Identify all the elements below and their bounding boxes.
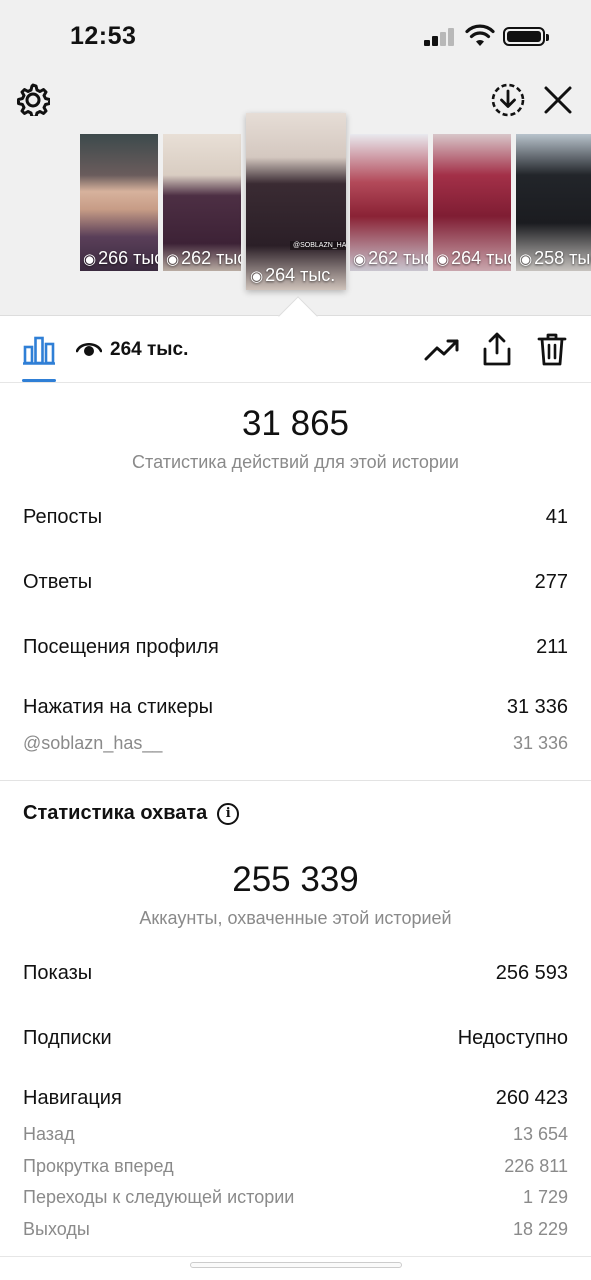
stat-value: 226 811	[504, 1156, 568, 1176]
stat-label: Нажатия на стикеры	[23, 696, 213, 718]
eye-icon: ◉	[166, 250, 180, 268]
stat-row-sticker-taps: Нажатия на стикеры 31 336	[23, 696, 568, 719]
stat-value: 18 229	[512, 1219, 568, 1239]
stat-row-profile-visits: Посещения профиля 211	[23, 636, 568, 659]
stat-row-navigation: Навигация 260 423	[23, 1087, 568, 1110]
status-time: 12:53	[70, 22, 137, 50]
stat-value: 31 336	[512, 733, 568, 753]
bar-chart-icon[interactable]	[22, 335, 56, 365]
eye-icon: ◉	[436, 250, 450, 268]
reach-caption: Аккаунты, охваченные этой историей	[139, 908, 452, 928]
stat-value: 41	[545, 506, 568, 528]
stat-label: Переходы к следующей истории	[23, 1187, 295, 1207]
eye-icon	[76, 342, 102, 356]
section-divider	[0, 1256, 591, 1257]
actions-total: 31 865	[241, 404, 350, 443]
close-button[interactable]	[538, 80, 578, 120]
eye-icon: ◉	[83, 250, 97, 268]
eye-icon: ◉	[519, 250, 533, 268]
eye-icon: ◉	[250, 267, 264, 285]
battery-icon	[503, 27, 549, 46]
stat-row-impressions: Показы 256 593	[23, 962, 568, 985]
home-indicator	[190, 1262, 402, 1268]
story-preview-area: 12:53 ◉266 тыс. ◉262	[0, 0, 591, 316]
story-thumbnail-selected[interactable]: @SOBLAZN_HAS__ ◉264 тыс.	[246, 113, 346, 290]
stat-label: Ответы	[23, 571, 93, 593]
reach-title-text: Статистика охвата	[23, 802, 208, 824]
thumbnail-views: ◉264 тыс.	[436, 248, 511, 268]
info-icon[interactable]: i	[217, 802, 240, 825]
stat-label: Навигация	[23, 1087, 122, 1109]
stat-value: 1 729	[522, 1187, 568, 1207]
stat-row-exits: Выходы 18 229	[23, 1219, 568, 1240]
close-icon	[544, 86, 572, 114]
active-tab-indicator	[22, 379, 56, 382]
stat-value: 31 336	[506, 696, 568, 718]
save-story-button[interactable]	[488, 80, 528, 120]
gear-icon	[17, 83, 50, 116]
stat-row-next-story: Переходы к следующей истории 1 729	[23, 1187, 568, 1208]
stat-row-reposts: Репосты 41	[23, 506, 568, 529]
stat-value: Недоступно	[457, 1027, 568, 1049]
stat-row-sticker-mention: @soblazn_has__ 31 336	[23, 733, 568, 754]
story-thumbnail[interactable]: ◉262 тыс.	[350, 134, 428, 271]
thumbnail-views: ◉262 тыс.	[166, 248, 241, 268]
cellular-signal-icon	[424, 28, 456, 46]
trash-icon[interactable]	[536, 331, 568, 367]
stat-label: Посещения профиля	[23, 636, 219, 658]
stat-label: @soblazn_has__	[23, 733, 163, 753]
stat-label: Прокрутка вперед	[23, 1156, 174, 1176]
share-icon[interactable]	[481, 331, 513, 367]
stat-value: 256 593	[495, 962, 568, 984]
reach-total: 255 339	[232, 860, 359, 899]
thumbnail-views: ◉262 тыс.	[353, 248, 428, 268]
stat-row-forward: Прокрутка вперед 226 811	[23, 1156, 568, 1177]
status-bar: 12:53	[0, 0, 591, 72]
stat-row-replies: Ответы 277	[23, 571, 568, 594]
stat-label: Показы	[23, 962, 93, 984]
story-thumbnail[interactable]: ◉266 тыс.	[80, 134, 158, 271]
trending-icon[interactable]	[424, 335, 460, 365]
wifi-icon	[465, 24, 495, 46]
mention-sticker: @SOBLAZN_HAS__	[290, 241, 346, 250]
stat-label: Репосты	[23, 506, 103, 528]
thumbnail-views: ◉264 тыс.	[250, 265, 336, 285]
download-icon	[491, 83, 525, 117]
story-thumbnail[interactable]: ◉258 тыс.	[516, 134, 591, 271]
stat-value: 13 654	[512, 1124, 568, 1144]
story-thumbnail[interactable]: ◉264 тыс.	[433, 134, 511, 271]
thumbnail-views: ◉266 тыс.	[83, 248, 158, 268]
actions-caption: Статистика действий для этой истории	[132, 452, 459, 472]
section-divider	[0, 780, 591, 781]
thumbnail-views: ◉258 тыс.	[519, 248, 591, 268]
eye-icon: ◉	[353, 250, 367, 268]
reach-section-title: Статистика охвата i	[23, 802, 240, 825]
stat-label: Назад	[23, 1124, 75, 1144]
views-count: 264 тыс.	[110, 339, 189, 360]
stat-label: Выходы	[23, 1219, 90, 1239]
stat-row-follows: Подписки Недоступно	[23, 1027, 568, 1050]
stat-row-back: Назад 13 654	[23, 1124, 568, 1145]
stat-value: 260 423	[495, 1087, 568, 1109]
story-thumbnail[interactable]: ◉262 тыс.	[163, 134, 241, 271]
stat-value: 277	[534, 571, 568, 593]
stat-label: Подписки	[23, 1027, 112, 1049]
settings-gear-button[interactable]	[14, 80, 52, 118]
insights-toolbar: 264 тыс.	[0, 317, 591, 383]
stat-value: 211	[536, 636, 568, 658]
